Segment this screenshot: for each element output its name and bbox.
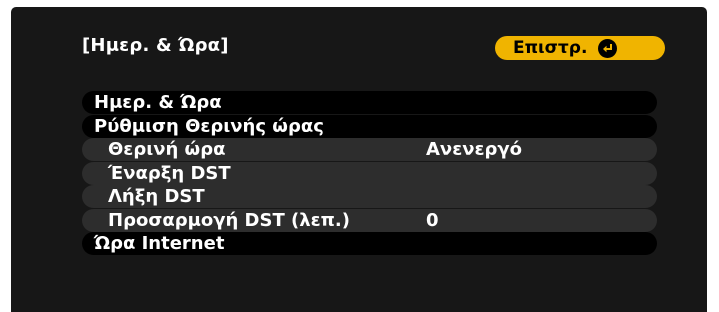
menu-item-label: Έναρξη DST <box>108 162 231 184</box>
settings-menu: Ημερ. & Ώρα Ρύθμιση Θερινής ώρας Θερινή … <box>82 91 657 256</box>
menu-item-internet-time[interactable]: Ώρα Internet <box>82 232 657 255</box>
menu-item-dst-end[interactable]: Λήξη DST <box>82 185 657 208</box>
back-button[interactable]: Επιστρ. <box>495 36 665 60</box>
menu-item-value: 0 <box>426 209 439 231</box>
menu-item-label: Θερινή ώρα <box>108 139 226 160</box>
menu-item-date-time[interactable]: Ημερ. & Ώρα <box>82 91 657 114</box>
back-button-label: Επιστρ. <box>513 38 588 58</box>
enter-icon <box>598 38 618 58</box>
menu-item-dst-adjustment[interactable]: Προσαρμογή DST (λεπ.) 0 <box>82 208 657 232</box>
menu-item-dst-settings[interactable]: Ρύθμιση Θερινής ώρας <box>82 114 657 138</box>
menu-item-label: Ώρα Internet <box>94 233 225 254</box>
menu-item-label: Προσαρμογή DST (λεπ.) <box>108 209 350 231</box>
menu-item-value: Ανενεργό <box>426 139 523 160</box>
page-title: [Ημερ. & Ώρα] <box>82 35 229 56</box>
menu-item-label: Λήξη DST <box>108 186 205 207</box>
menu-item-daylight-saving[interactable]: Θερινή ώρα Ανενεργό <box>82 138 657 161</box>
menu-item-label: Ημερ. & Ώρα <box>94 92 222 113</box>
menu-item-label: Ρύθμιση Θερινής ώρας <box>94 115 324 137</box>
menu-item-dst-start[interactable]: Έναρξη DST <box>82 161 657 185</box>
